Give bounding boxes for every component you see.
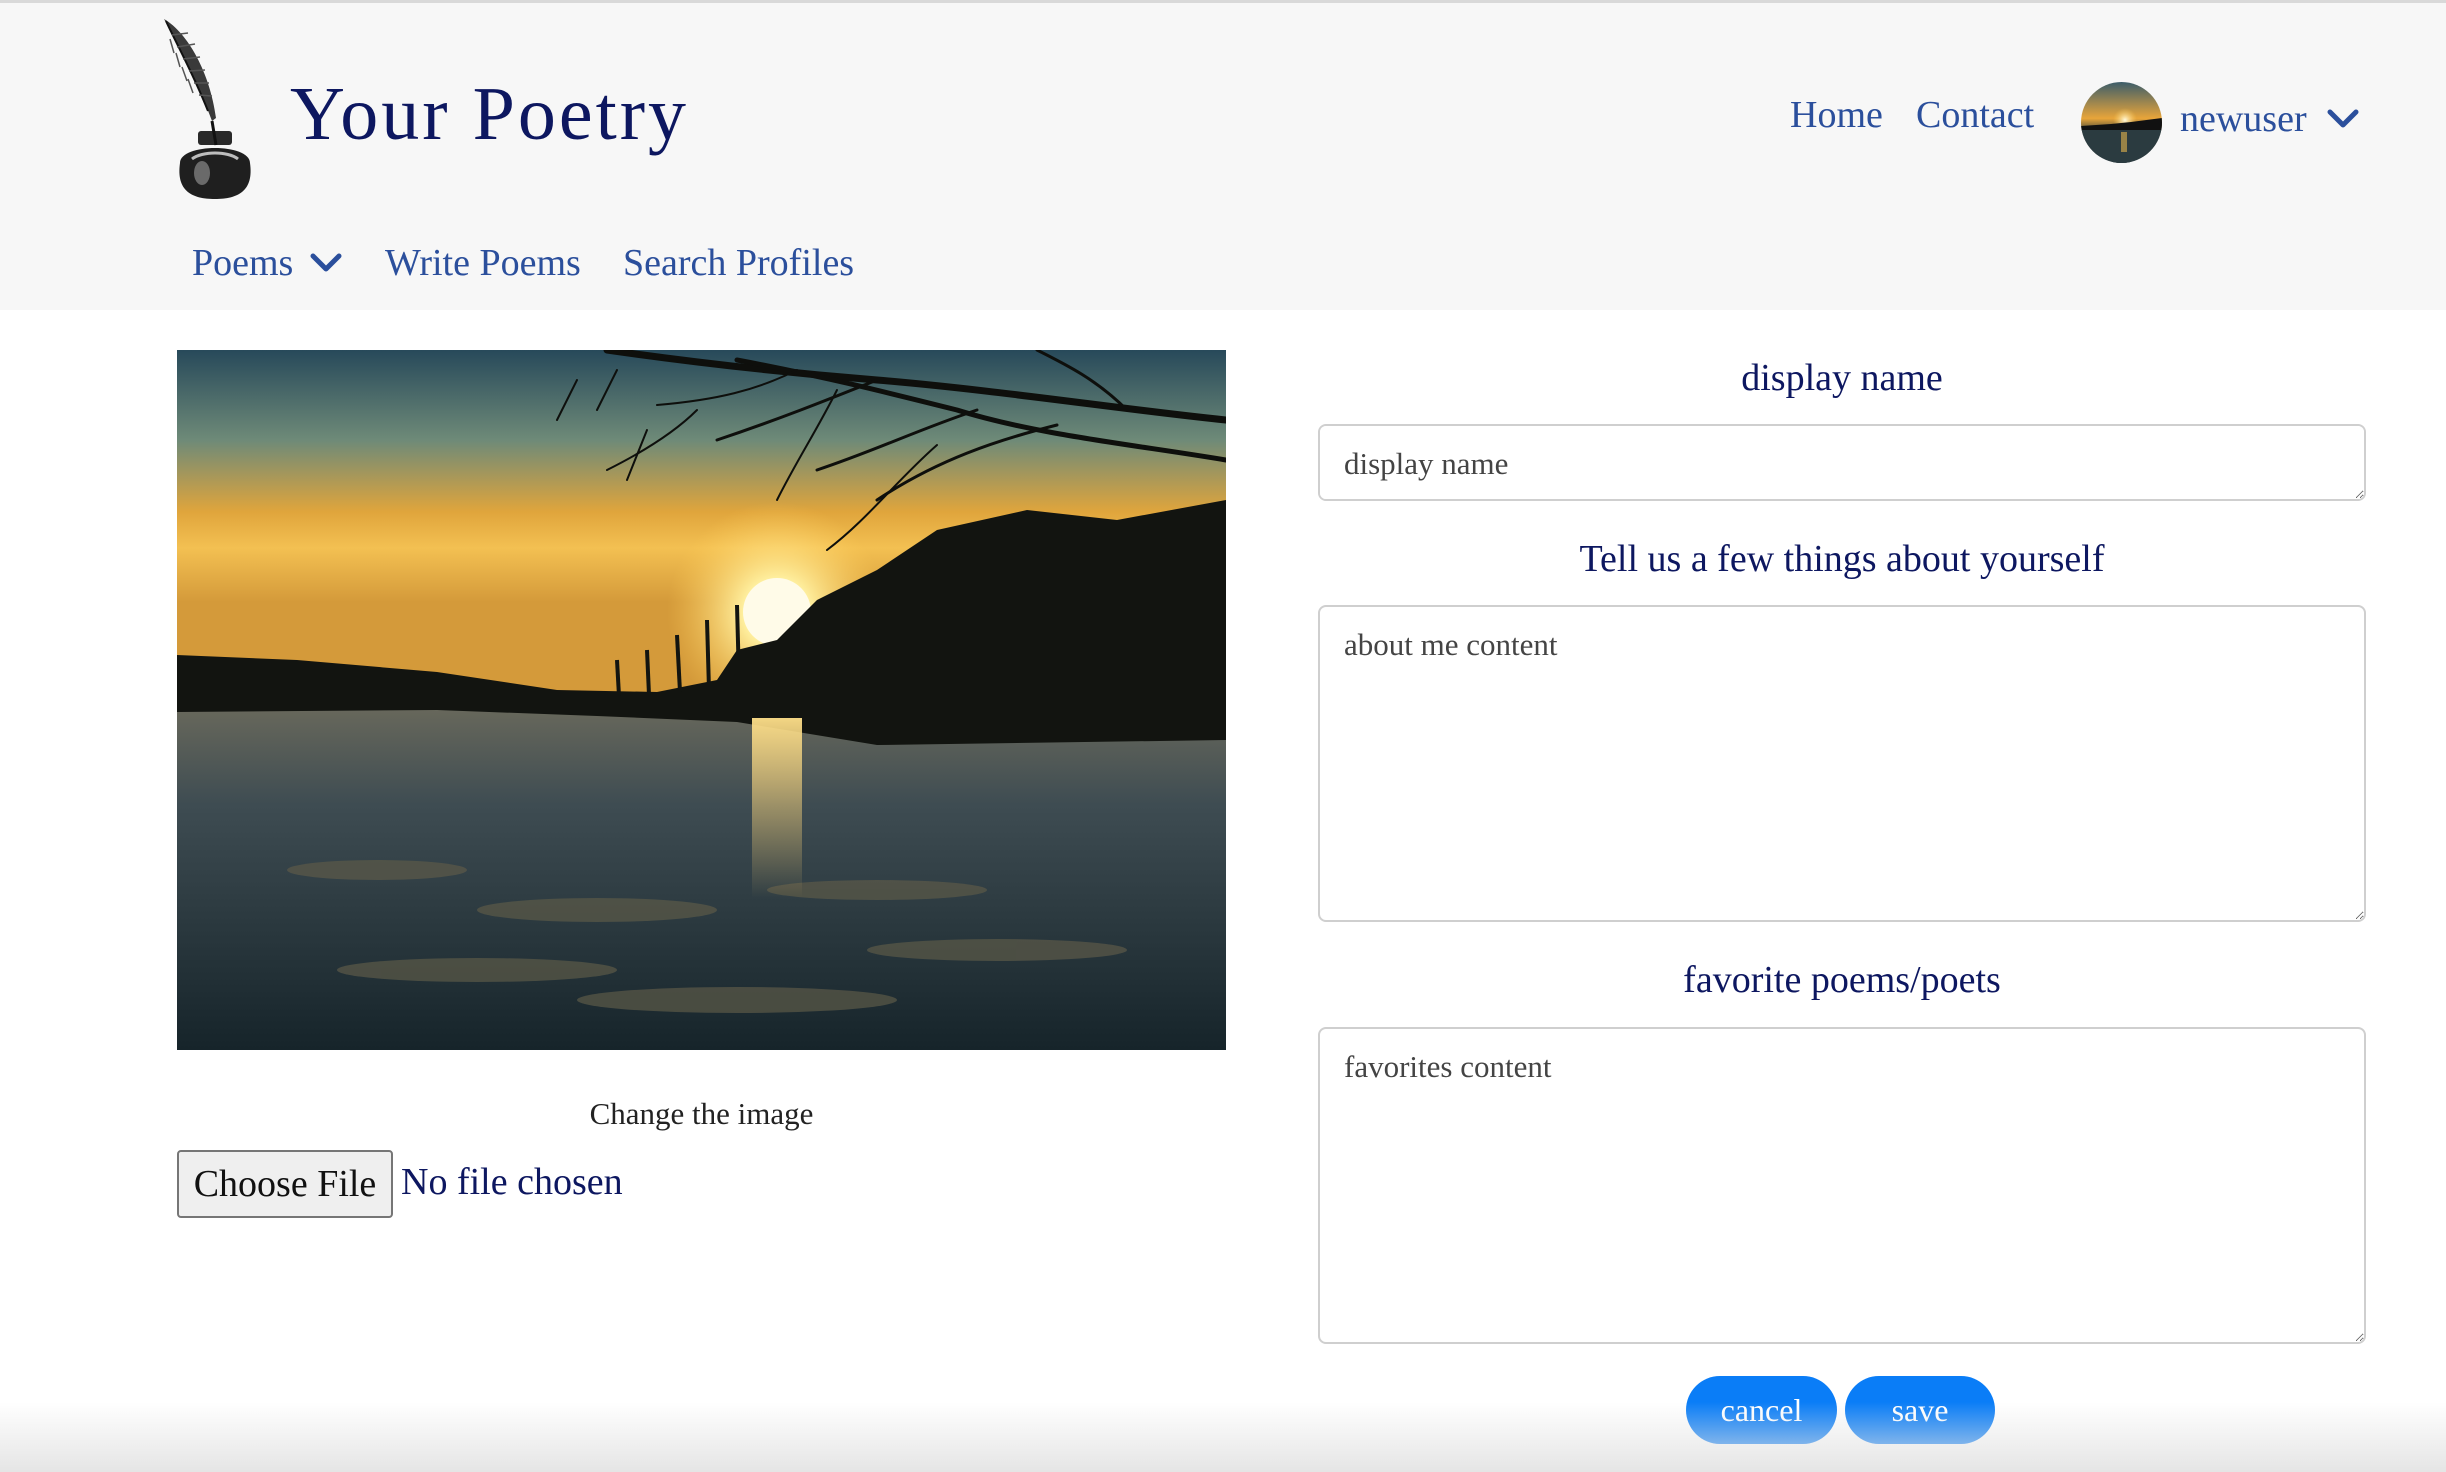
site-header: Your Poetry Home Contact newuser Poems W…: [0, 0, 2446, 310]
about-label: Tell us a few things about yourself: [1579, 538, 2105, 580]
cancel-button[interactable]: cancel: [1686, 1376, 1837, 1444]
avatar[interactable]: [2081, 82, 2162, 163]
chevron-down-icon[interactable]: [2326, 107, 2360, 131]
nav-search-profiles[interactable]: Search Profiles: [623, 241, 854, 285]
brand-title[interactable]: Your Poetry: [290, 71, 689, 158]
profile-image: [177, 350, 1226, 1050]
file-status-text: No file chosen: [401, 1161, 623, 1203]
about-me-field[interactable]: [1318, 605, 2366, 922]
nav-contact-link[interactable]: Contact: [1916, 93, 2034, 137]
save-button[interactable]: save: [1845, 1376, 1995, 1444]
change-image-caption: Change the image: [589, 1096, 814, 1131]
nav-home-link[interactable]: Home: [1790, 93, 1883, 137]
user-menu-name[interactable]: newuser: [2180, 97, 2307, 141]
bottom-shadow: [0, 1402, 2446, 1472]
choose-file-button[interactable]: Choose File: [177, 1150, 393, 1218]
favorites-field[interactable]: [1318, 1027, 2366, 1344]
favorites-label: favorite poems/poets: [1683, 959, 2001, 1001]
nav-poems-dropdown[interactable]: Poems: [192, 241, 293, 285]
chevron-down-icon[interactable]: [309, 251, 343, 275]
sunset-avatar-icon: [2081, 82, 2162, 163]
display-name-field[interactable]: [1318, 424, 2366, 501]
display-name-label: display name: [1741, 357, 1943, 399]
nav-write-poems[interactable]: Write Poems: [385, 241, 581, 285]
quill-inkwell-icon[interactable]: [158, 13, 268, 203]
